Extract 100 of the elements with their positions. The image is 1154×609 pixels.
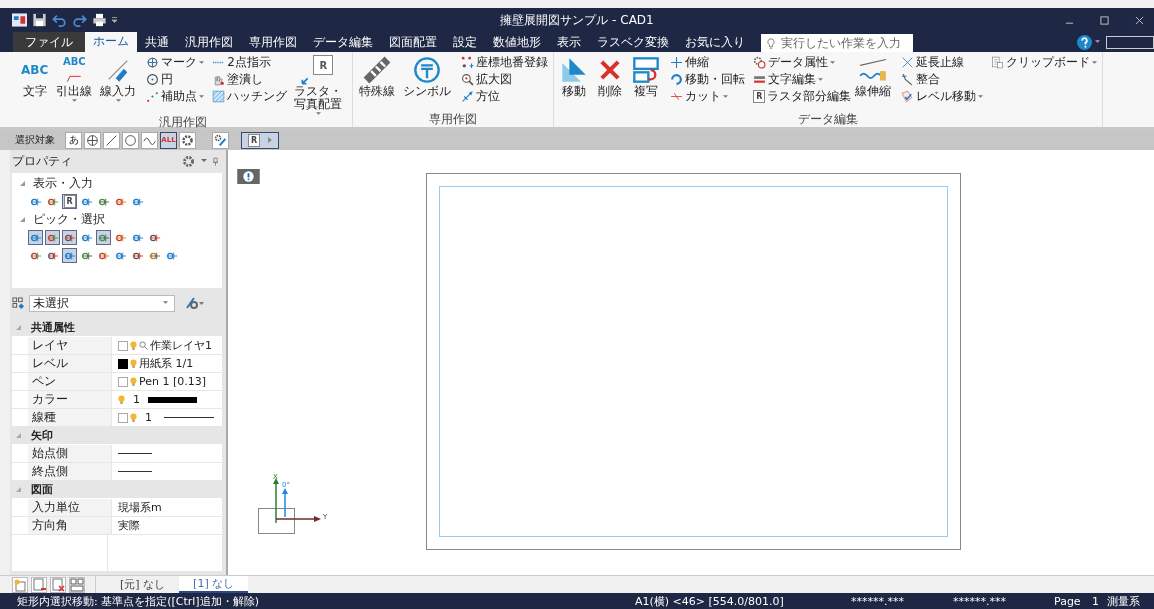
ribbon-button[interactable]: ABC 文字 — [19, 55, 51, 116]
category-label: 図面 — [31, 482, 53, 497]
check-icon — [901, 90, 915, 103]
save-icon[interactable] — [32, 13, 47, 27]
ribbon-button[interactable]: 円 — [146, 72, 205, 87]
ribbon-button[interactable]: 補助点 — [146, 89, 205, 104]
toggle-button[interactable] — [96, 230, 111, 245]
ribbon-tab[interactable]: ラスベク変換 — [589, 32, 677, 52]
close-icon[interactable] — [1135, 15, 1144, 25]
ribbon-group-label: 専用作図 — [427, 113, 478, 127]
collapse-icon[interactable] — [20, 181, 25, 186]
ribbon-button[interactable]: データ属性 — [753, 55, 852, 70]
ribbon-button[interactable]: 線伸縮 — [853, 55, 894, 113]
ribbon-button[interactable]: 伸縮 — [670, 55, 746, 70]
edit-settings-button[interactable] — [212, 131, 229, 149]
nodes-icon — [461, 56, 475, 69]
ribbon-button[interactable]: シンボル — [401, 55, 454, 113]
redo-icon[interactable] — [72, 13, 87, 27]
ribbon-tab[interactable]: 設定 — [445, 32, 485, 52]
warning-icon[interactable] — [237, 169, 260, 184]
ribbon-button[interactable]: 整合 — [901, 72, 984, 87]
toggle-button[interactable] — [62, 248, 77, 263]
customize-caret-icon[interactable] — [112, 16, 117, 24]
pen-gear-icon[interactable] — [185, 296, 205, 310]
add-page-icon[interactable] — [31, 576, 47, 593]
ribbon-tab[interactable]: ファイル — [13, 32, 85, 52]
ribbon-button[interactable]: マーク — [146, 55, 205, 70]
account-field[interactable] — [1106, 35, 1154, 49]
ribbon-tab[interactable]: 共通 — [137, 32, 177, 52]
caret-icon — [199, 94, 205, 99]
ribbon-tab[interactable]: ホーム — [85, 31, 137, 52]
filter-button[interactable] — [179, 131, 196, 149]
ribbon-button[interactable]: 特殊線 — [357, 55, 398, 113]
ribbon-tab[interactable]: 表示 — [549, 32, 589, 52]
lightbulb-icon — [767, 37, 775, 49]
caret-icon[interactable] — [1095, 40, 1100, 44]
ribbon-button[interactable]: クリップボード — [991, 55, 1098, 70]
filter-button[interactable] — [141, 131, 158, 149]
filter-button[interactable] — [84, 131, 101, 149]
settings-icon[interactable] — [182, 154, 195, 168]
ribbon-tab[interactable]: 数値地形 — [485, 32, 549, 52]
ribbon-button[interactable]: 拡大図 — [461, 72, 549, 87]
caret-icon[interactable] — [201, 159, 207, 163]
caret-icon — [818, 77, 824, 82]
print-icon[interactable] — [92, 13, 107, 27]
toggle-button[interactable] — [28, 230, 43, 245]
property-label: 入力単位 — [28, 499, 112, 516]
panel-title: プロパティ — [12, 152, 73, 170]
ribbon-tab[interactable]: データ編集 — [305, 32, 381, 52]
checkbox[interactable] — [118, 358, 128, 369]
undo-icon[interactable] — [52, 13, 67, 27]
cross-arrows-icon — [670, 56, 684, 69]
search-field[interactable]: 実行したい作業を入力 — [761, 34, 913, 52]
ribbon-button[interactable]: ハッチング — [212, 89, 288, 104]
coordinate-value: ******.*** — [953, 594, 1007, 608]
ribbon-tab[interactable]: 専用作図 — [241, 32, 305, 52]
toggle-button[interactable] — [45, 230, 60, 245]
ribbon-tab[interactable]: お気に入り — [677, 32, 753, 52]
ribbon-button[interactable]: 線入力 — [98, 55, 139, 116]
ribbon-button[interactable]: 方位 — [461, 89, 549, 104]
lightbulb-icon — [130, 341, 137, 350]
filter-button[interactable]: あ — [65, 131, 82, 149]
property-label: レベル — [28, 355, 112, 372]
ribbon-button[interactable]: 2点指示 — [212, 55, 288, 70]
delete-page-icon[interactable] — [50, 576, 66, 593]
checkbox[interactable] — [118, 340, 128, 351]
ribbon-button[interactable]: ABC 引出線 — [54, 55, 95, 116]
ribbon-button[interactable]: 削除 — [594, 55, 627, 113]
toggle-button[interactable] — [62, 230, 77, 245]
grid-select-icon — [12, 296, 25, 310]
ribbon-button[interactable]: 延長止線 — [901, 55, 984, 70]
ribbon-button[interactable]: 塗潰し — [212, 72, 288, 87]
caret-icon — [115, 99, 121, 103]
sheet-tab[interactable]: [1] なし — [179, 576, 249, 593]
property-value: 1 — [145, 411, 152, 424]
ribbon-button[interactable]: 移動・回転 — [670, 72, 746, 87]
ribbon-button[interactable]: レベル移動 — [901, 89, 984, 104]
checkbox[interactable] — [118, 376, 128, 387]
layout-icon[interactable] — [69, 576, 85, 593]
raster-filter-button[interactable]: R — [241, 131, 279, 149]
help-icon[interactable] — [1077, 34, 1092, 50]
ribbon-button[interactable]: カット — [670, 89, 746, 104]
maximize-icon[interactable] — [1100, 15, 1109, 25]
object-dropdown[interactable]: 未選択 — [29, 294, 175, 312]
ribbon-tab[interactable]: 図面配置 — [381, 32, 445, 52]
ribbon-button[interactable]: R ラスタ部分編集 — [753, 89, 852, 104]
property-value: 現場系m — [118, 500, 162, 515]
ribbon-button[interactable]: 複写 — [630, 55, 663, 113]
ribbon-button[interactable]: 座標地番登録 — [461, 55, 549, 70]
collapse-icon[interactable] — [20, 217, 25, 222]
ribbon-tab[interactable]: 汎用作図 — [177, 32, 241, 52]
checkbox[interactable] — [118, 412, 128, 423]
ribbon-button[interactable]: 文字編集 — [753, 72, 852, 87]
toggle-button[interactable]: R — [62, 194, 77, 209]
filter-button[interactable] — [122, 131, 139, 149]
sheet-tab[interactable]: [元] なし — [106, 576, 180, 593]
pin-icon[interactable] — [213, 156, 218, 166]
ribbon-button[interactable]: 移動 — [558, 55, 591, 113]
filter-button[interactable] — [103, 131, 120, 149]
ribbon-button[interactable]: R ラスタ・写真配置 — [289, 55, 348, 116]
